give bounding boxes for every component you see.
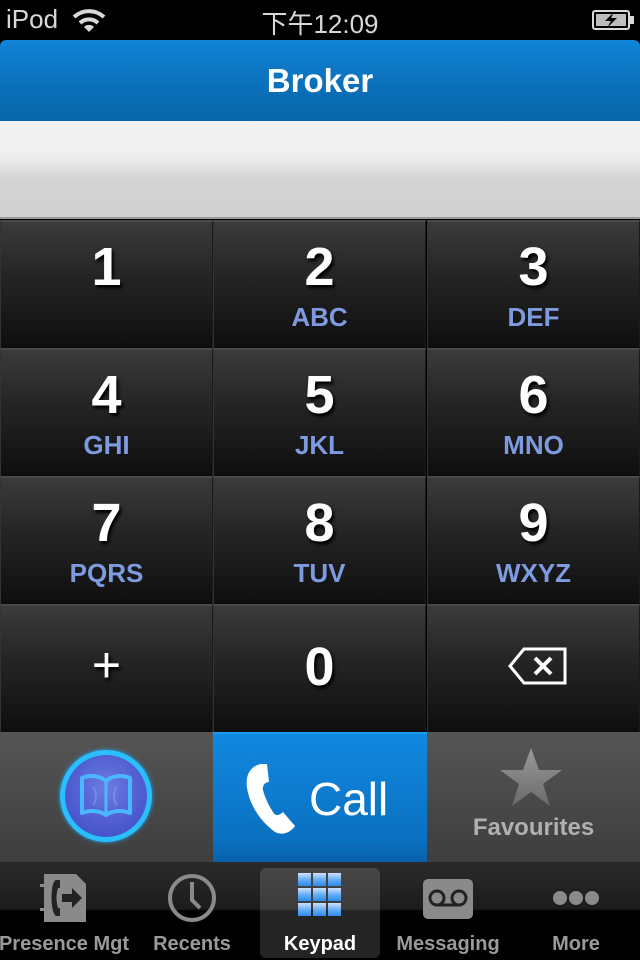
favourites-label: Favourites	[472, 814, 595, 841]
key-letters: JKL	[294, 430, 345, 460]
backspace-icon	[508, 647, 567, 685]
call-button[interactable]: Call	[213, 732, 427, 862]
key-digit: 0	[304, 637, 335, 697]
keypad-icon	[298, 873, 341, 916]
key-plus[interactable]: +	[0, 604, 213, 732]
key-3[interactable]: 3 DEF	[427, 220, 640, 348]
key-9[interactable]: 9 WXYZ	[427, 476, 640, 604]
battery-charging-icon	[592, 10, 634, 30]
tab-recents[interactable]: Recents	[128, 862, 256, 960]
favourites-button[interactable]: Favourites	[427, 732, 640, 862]
key-5[interactable]: 5 JKL	[213, 348, 426, 476]
tab-label: Messaging	[396, 933, 500, 955]
keypad: 1 2 ABC 3 DEF 4 GHI 5 JKL 6 MNO 7 PQRS 8…	[0, 220, 640, 732]
key-letters: TUV	[293, 558, 346, 588]
tab-label: Keypad	[283, 933, 357, 955]
key-4[interactable]: 4 GHI	[0, 348, 213, 476]
key-digit: 5	[304, 365, 335, 425]
key-digit: +	[91, 637, 122, 693]
star-icon	[500, 748, 562, 806]
number-display[interactable]	[0, 121, 640, 219]
status-bar: iPod 下午12:09	[0, 0, 640, 40]
key-digit: 6	[518, 365, 549, 425]
tab-presence-mgt[interactable]: Presence Mgt	[0, 862, 129, 960]
key-letters: MNO	[503, 430, 564, 460]
nav-bar: Broker	[0, 40, 640, 121]
key-1[interactable]: 1	[0, 220, 213, 348]
contacts-button[interactable]	[0, 732, 213, 862]
key-letters: DEF	[507, 302, 560, 332]
key-digit: 1	[91, 237, 122, 297]
key-7[interactable]: 7 PQRS	[0, 476, 213, 604]
key-digit: 7	[91, 493, 122, 553]
key-digit: 3	[518, 237, 549, 297]
key-letters: WXYZ	[495, 558, 572, 588]
tab-messaging[interactable]: Messaging	[384, 862, 512, 960]
action-row: Call Favourites	[0, 732, 640, 862]
contacts-circle	[60, 750, 152, 842]
key-digit: 9	[518, 493, 549, 553]
phone-icon	[246, 764, 295, 834]
key-0[interactable]: 0	[213, 604, 426, 732]
voicemail-icon	[423, 879, 473, 919]
tab-label: Recents	[153, 933, 231, 955]
more-icon	[553, 891, 599, 905]
key-letters: GHI	[83, 430, 130, 460]
tab-bar: Presence Mgt Recents Keypad Messaging Mo…	[0, 862, 640, 960]
key-2[interactable]: 2 ABC	[213, 220, 426, 348]
tab-keypad[interactable]: Keypad	[256, 862, 384, 960]
key-digit: 4	[91, 365, 122, 425]
presence-icon	[40, 874, 86, 922]
key-8[interactable]: 8 TUV	[213, 476, 426, 604]
key-letters: PQRS	[69, 558, 144, 588]
tab-label: More	[552, 933, 600, 955]
backspace-button[interactable]	[427, 604, 640, 732]
clock-icon	[168, 874, 216, 922]
status-time: 下午12:09	[261, 9, 379, 39]
book-icon	[80, 774, 132, 817]
call-label: Call	[309, 773, 389, 825]
key-digit: 8	[304, 493, 335, 553]
key-letters: ABC	[291, 302, 348, 332]
key-digit: 2	[304, 237, 335, 297]
page-title: Broker	[266, 62, 374, 99]
key-6[interactable]: 6 MNO	[427, 348, 640, 476]
tab-more[interactable]: More	[512, 862, 640, 960]
